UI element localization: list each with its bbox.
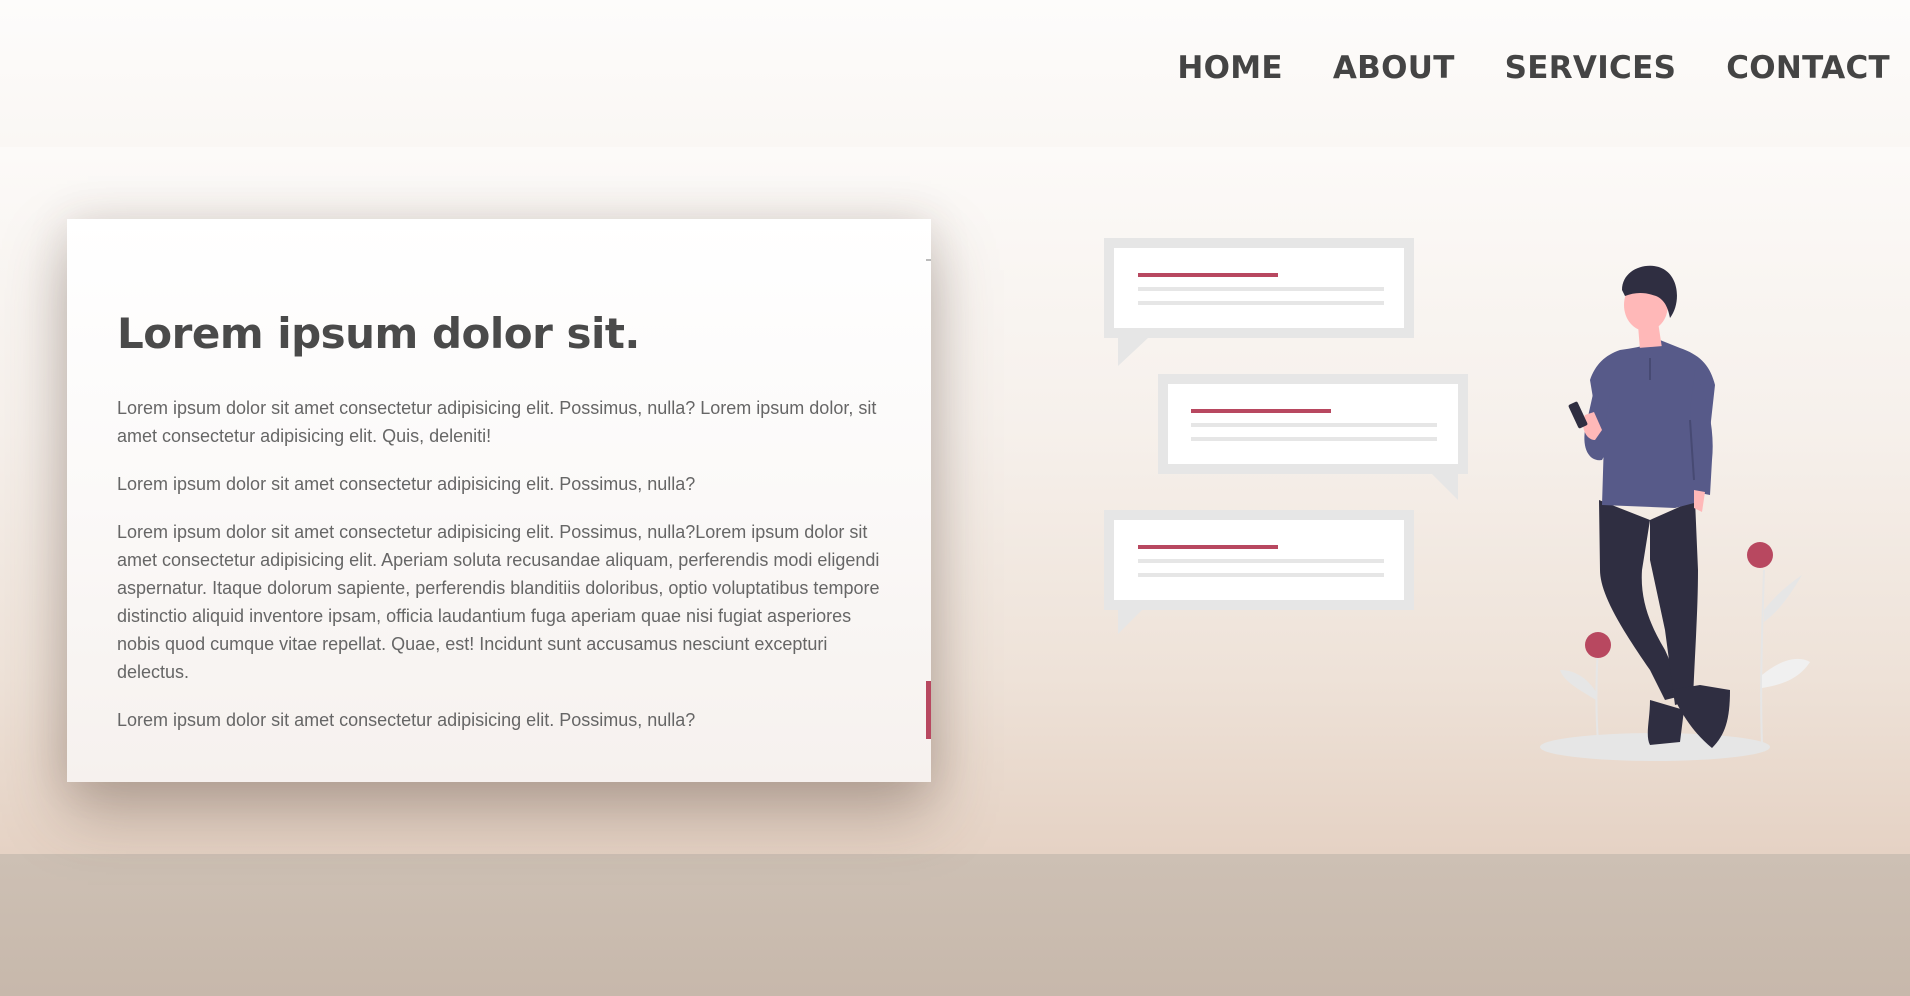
person-figure (1568, 265, 1730, 748)
chat-bubble-icon (1104, 510, 1414, 634)
chat-person-illustration (1104, 238, 1810, 761)
card-accent-bar (926, 681, 931, 739)
chat-bubble-icon (1158, 374, 1468, 500)
main-nav: HOME ABOUT SERVICES CONTACT (1177, 50, 1890, 86)
card-paragraph-4: Lorem ipsum dolor sit amet consectetur a… (117, 710, 696, 730)
card-title: Lorem ipsum dolor sit. (117, 309, 640, 358)
nav-about[interactable]: ABOUT (1333, 50, 1455, 86)
card-paragraph-2: Lorem ipsum dolor sit amet consectetur a… (117, 474, 696, 494)
card-paragraph-3: Lorem ipsum dolor sit amet consectetur a… (117, 522, 880, 682)
card-paragraph-1: Lorem ipsum dolor sit amet consectetur a… (117, 398, 877, 446)
plant-icon (1747, 542, 1810, 746)
plant-icon (1560, 632, 1611, 743)
nav-services[interactable]: SERVICES (1505, 50, 1677, 86)
footer-band (0, 854, 1910, 996)
site-header: HOME ABOUT SERVICES CONTACT (0, 0, 1910, 147)
nav-contact[interactable]: CONTACT (1726, 50, 1890, 86)
content-card: Lorem ipsum dolor sit. Lorem ipsum dolor… (67, 219, 931, 782)
card-marker (926, 259, 931, 261)
nav-home[interactable]: HOME (1177, 50, 1283, 86)
chat-bubble-icon (1104, 238, 1414, 366)
